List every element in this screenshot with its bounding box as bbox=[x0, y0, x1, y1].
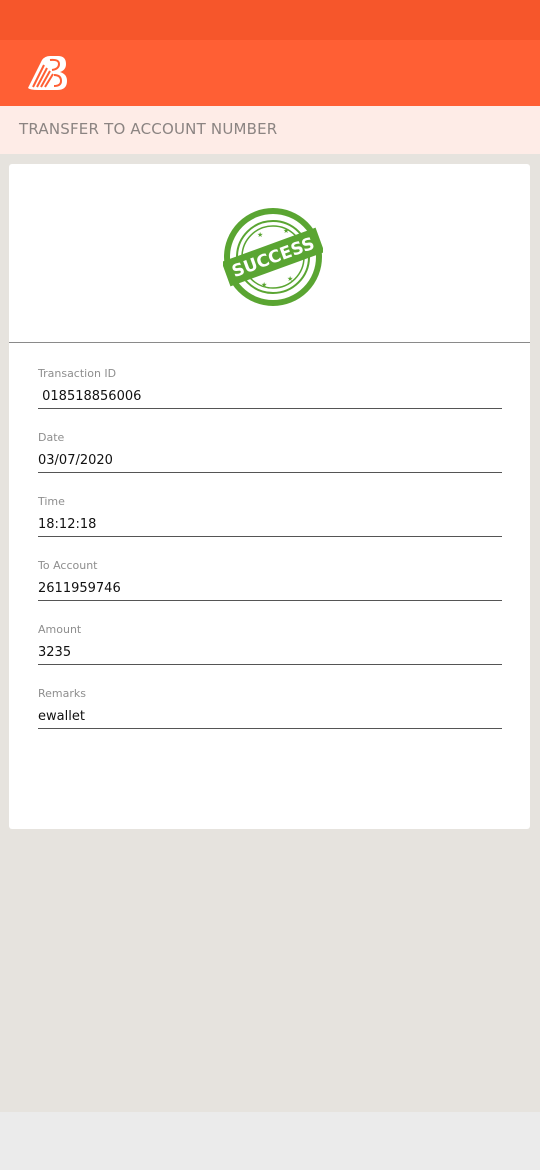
time-label: Time bbox=[38, 495, 65, 508]
transaction-id-field: Transaction ID 018518856006 bbox=[38, 367, 502, 427]
field-underline bbox=[38, 472, 502, 473]
svg-text:★: ★ bbox=[287, 275, 293, 283]
svg-text:★: ★ bbox=[283, 227, 289, 235]
to-account-label: To Account bbox=[38, 559, 98, 572]
field-underline bbox=[38, 536, 502, 537]
time-value: 18:12:18 bbox=[38, 517, 97, 532]
sub-header: TRANSFER TO ACCOUNT NUMBER bbox=[0, 106, 540, 154]
remarks-field: Remarks ewallet bbox=[38, 687, 502, 747]
svg-text:★: ★ bbox=[257, 231, 263, 239]
bank-of-baroda-logo-icon[interactable] bbox=[24, 54, 68, 92]
field-underline bbox=[38, 600, 502, 601]
field-underline bbox=[38, 728, 502, 729]
date-value: 03/07/2020 bbox=[38, 453, 113, 468]
to-account-value: 2611959746 bbox=[38, 581, 121, 596]
to-account-field: To Account 2611959746 bbox=[38, 559, 502, 619]
remarks-value: ewallet bbox=[38, 709, 85, 724]
transaction-id-label: Transaction ID bbox=[38, 367, 117, 380]
page-title: TRANSFER TO ACCOUNT NUMBER bbox=[19, 120, 278, 138]
transaction-id-value: 018518856006 bbox=[38, 389, 142, 404]
field-underline bbox=[38, 408, 502, 409]
date-label: Date bbox=[38, 431, 65, 444]
date-field: Date 03/07/2020 bbox=[38, 431, 502, 491]
app-header bbox=[0, 40, 540, 106]
transaction-receipt-card: SUCCESS ★ ★ ★ ★ Transaction ID 018518856… bbox=[9, 164, 530, 829]
success-stamp-icon: SUCCESS ★ ★ ★ ★ bbox=[223, 208, 323, 306]
divider bbox=[9, 342, 530, 343]
amount-label: Amount bbox=[38, 623, 82, 636]
time-field: Time 18:12:18 bbox=[38, 495, 502, 555]
status-bar bbox=[0, 0, 540, 40]
amount-field: Amount 3235 bbox=[38, 623, 502, 683]
amount-value: 3235 bbox=[38, 645, 72, 660]
navigation-bar bbox=[0, 1112, 540, 1170]
remarks-label: Remarks bbox=[38, 687, 86, 700]
field-underline bbox=[38, 664, 502, 665]
svg-text:★: ★ bbox=[261, 281, 267, 289]
